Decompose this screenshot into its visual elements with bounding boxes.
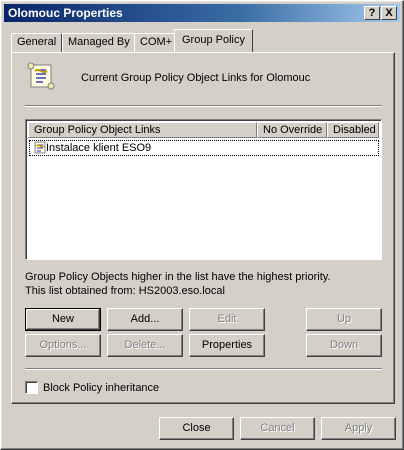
new-button[interactable]: New	[25, 308, 101, 331]
group-policy-scroll-icon	[27, 62, 55, 90]
tab-group-policy[interactable]: Group Policy	[174, 29, 253, 52]
gpo-item-name: Instalace klient ESO9	[46, 142, 152, 154]
title-bar[interactable]: Olomouc Properties ? X	[4, 4, 400, 22]
edit-button[interactable]: Edit	[189, 308, 265, 331]
priority-note: Group Policy Objects higher in the list …	[25, 271, 331, 283]
separator	[25, 105, 382, 107]
tab-managed-by[interactable]: Managed By	[62, 33, 136, 52]
block-inheritance-label: Block Policy inheritance	[43, 382, 160, 394]
properties-dialog: Olomouc Properties ? X General Managed B…	[0, 0, 404, 450]
down-button[interactable]: Down	[306, 334, 382, 357]
options-button[interactable]: Options...	[25, 334, 101, 357]
tab-strip: General Managed By COM+ Group Policy	[11, 29, 395, 53]
gpo-links-header: Current Group Policy Object Links for Ol…	[81, 72, 311, 84]
up-button[interactable]: Up	[306, 308, 382, 331]
tab-com-plus[interactable]: COM+	[134, 33, 179, 52]
add-button[interactable]: Add...	[107, 308, 183, 331]
help-button[interactable]: ?	[364, 6, 380, 20]
column-header-no-override[interactable]: No Override	[257, 122, 327, 138]
delete-button[interactable]: Delete...	[107, 334, 183, 357]
close-window-button[interactable]: X	[381, 6, 397, 20]
column-header-gpo-links[interactable]: Group Policy Object Links	[28, 122, 257, 138]
close-button[interactable]: Close	[159, 417, 234, 440]
column-header-disabled[interactable]: Disabled	[327, 122, 379, 138]
list-item[interactable]: Instalace klient ESO9	[29, 140, 379, 156]
cancel-button[interactable]: Cancel	[240, 417, 315, 440]
window-title: Olomouc Properties	[8, 6, 123, 20]
source-note: This list obtained from: HS2003.eso.loca…	[25, 285, 225, 297]
properties-button[interactable]: Properties	[189, 334, 265, 357]
gpo-links-list[interactable]: Group Policy Object Links No Override Di…	[25, 119, 382, 260]
tab-general[interactable]: General	[11, 33, 63, 52]
block-inheritance-checkbox[interactable]	[25, 381, 38, 394]
apply-button[interactable]: Apply	[321, 417, 396, 440]
separator	[25, 368, 382, 370]
